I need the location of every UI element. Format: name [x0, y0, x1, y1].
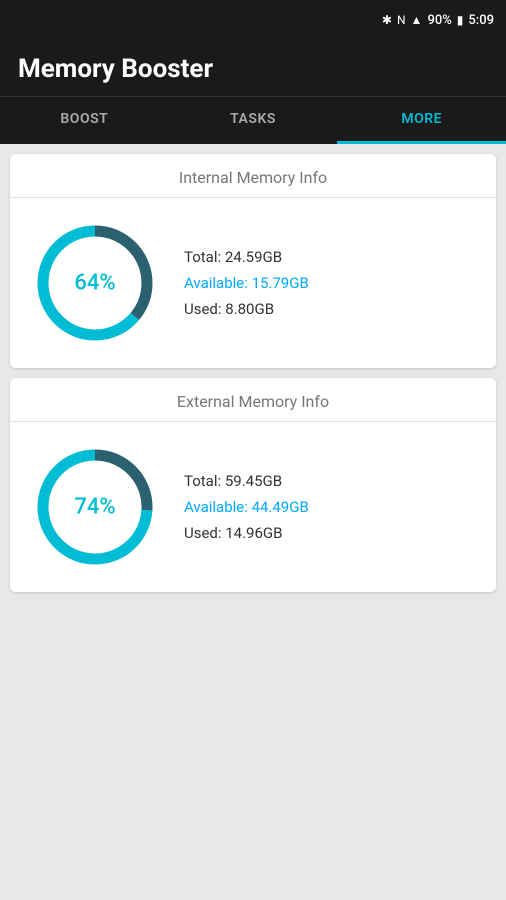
- app-header: Memory Booster: [0, 40, 506, 96]
- tab-bar: BOOST TASKS MORE: [0, 96, 506, 144]
- internal-percentage: 64%: [74, 271, 115, 296]
- internal-used: Used: 8.80GB: [184, 300, 309, 318]
- internal-memory-info: Total: 24.59GB Available: 15.79GB Used: …: [184, 248, 309, 318]
- external-memory-title: External Memory Info: [10, 378, 496, 422]
- status-icons: ✱ N ▲ 90% ▮ 5:09: [382, 13, 494, 28]
- tab-boost[interactable]: BOOST: [0, 97, 169, 144]
- internal-memory-card: Internal Memory Info 64% Total: 24.59GB …: [10, 154, 496, 368]
- time: 5:09: [468, 13, 494, 28]
- external-total: Total: 59.45GB: [184, 472, 309, 490]
- internal-total: Total: 24.59GB: [184, 248, 309, 266]
- content-area: Internal Memory Info 64% Total: 24.59GB …: [0, 144, 506, 602]
- app-title: Memory Booster: [18, 54, 488, 84]
- internal-available: Available: 15.79GB: [184, 274, 309, 292]
- external-used: Used: 14.96GB: [184, 524, 309, 542]
- battery-icon: ▮: [457, 13, 464, 27]
- external-memory-body: 74% Total: 59.45GB Available: 44.49GB Us…: [10, 422, 496, 592]
- status-bar: ✱ N ▲ 90% ▮ 5:09: [0, 0, 506, 40]
- internal-donut-chart: 64%: [30, 218, 160, 348]
- internal-memory-title: Internal Memory Info: [10, 154, 496, 198]
- wifi-icon: N: [397, 13, 406, 27]
- external-percentage: 74%: [74, 495, 115, 520]
- tab-tasks[interactable]: TASKS: [169, 97, 338, 144]
- tab-more[interactable]: MORE: [337, 97, 506, 144]
- internal-memory-body: 64% Total: 24.59GB Available: 15.79GB Us…: [10, 198, 496, 368]
- external-donut-chart: 74%: [30, 442, 160, 572]
- external-memory-info: Total: 59.45GB Available: 44.49GB Used: …: [184, 472, 309, 542]
- signal-icon: ▲: [411, 13, 423, 27]
- external-memory-card: External Memory Info 74% Total: 59.45GB …: [10, 378, 496, 592]
- battery-level: 90%: [427, 13, 451, 28]
- bluetooth-icon: ✱: [382, 13, 392, 27]
- external-available: Available: 44.49GB: [184, 498, 309, 516]
